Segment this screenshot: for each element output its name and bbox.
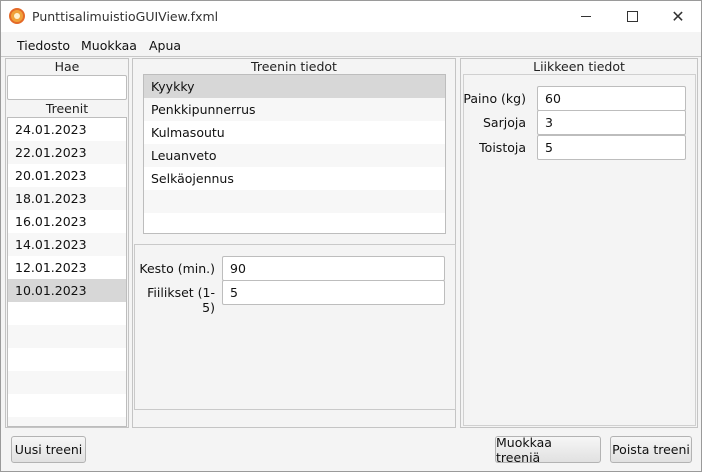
exercise-details-title: Liikkeen tiedot <box>533 59 625 74</box>
title-bar: PunttisalimuistioGUIView.fxml ✕ <box>1 1 701 32</box>
app-logo-icon <box>9 8 25 24</box>
workout-row[interactable] <box>8 417 126 426</box>
close-icon: ✕ <box>671 7 685 26</box>
workout-row[interactable]: 24.01.2023 <box>8 118 126 141</box>
exercise-field-input[interactable]: 3 <box>537 110 686 135</box>
menu-muokkaa[interactable]: Muokkaa <box>81 38 137 53</box>
minimize-icon <box>581 16 591 17</box>
workout-row[interactable] <box>8 371 126 394</box>
workouts-list[interactable]: 24.01.2023 22.01.2023 20.01.2023 18.01.2023… <box>7 117 127 427</box>
delete-workout-button[interactable]: Poista treeni <box>610 436 692 463</box>
close-button[interactable]: ✕ <box>655 1 701 32</box>
workout-field-label: Fiilikset (1-5) <box>147 285 215 315</box>
workout-row[interactable]: 14.01.2023 <box>8 233 126 256</box>
exercise-row[interactable]: Kyykky <box>144 75 445 98</box>
exercise-row[interactable]: Leuanveto <box>144 144 445 167</box>
maximize-icon <box>626 11 638 22</box>
workout-row[interactable]: 20.01.2023 <box>8 164 126 187</box>
workout-row[interactable]: 10.01.2023 <box>8 279 126 302</box>
exercise-row[interactable]: Kulmasoutu <box>144 121 445 144</box>
edit-workout-button[interactable]: Muokkaa treeniä <box>495 435 601 465</box>
workout-row[interactable]: 18.01.2023 <box>8 187 126 210</box>
workout-row[interactable]: 22.01.2023 <box>8 141 126 164</box>
exercise-row[interactable]: Selkäojennus <box>144 167 445 190</box>
exercise-row[interactable]: Penkkipunnerrus <box>144 98 445 121</box>
workout-row[interactable] <box>8 394 126 417</box>
new-workout-button[interactable]: Uusi treeni <box>11 436 86 463</box>
menu-apua[interactable]: Apua <box>149 38 181 53</box>
workout-row[interactable] <box>8 348 126 371</box>
maximize-button[interactable] <box>609 1 655 32</box>
menu-bar: Tiedosto Muokkaa Apua <box>1 32 701 57</box>
workout-details-title: Treenin tiedot <box>251 59 337 74</box>
exercise-row[interactable] <box>144 190 445 213</box>
workout-field-input[interactable]: 5 <box>222 280 445 305</box>
app-window: PunttisalimuistioGUIView.fxml ✕ Tiedosto… <box>0 0 702 472</box>
workout-field-label: Kesto (min.) <box>139 261 215 276</box>
exercises-list[interactable]: Kyykky Penkkipunnerrus Kulmasoutu Leuanveto… <box>143 74 446 234</box>
search-input[interactable] <box>7 75 127 100</box>
workout-row[interactable] <box>8 325 126 348</box>
workouts-label: Treenit <box>45 101 89 116</box>
exercise-field-input[interactable]: 60 <box>537 86 686 111</box>
exercise-row[interactable] <box>144 213 445 233</box>
exercise-field-label: Sarjoja <box>483 115 526 130</box>
exercise-field-input[interactable]: 5 <box>537 135 686 160</box>
workout-row[interactable] <box>8 302 126 325</box>
workout-field-input[interactable]: 90 <box>222 256 445 281</box>
minimize-button[interactable] <box>563 1 609 32</box>
workout-row[interactable]: 16.01.2023 <box>8 210 126 233</box>
window-title: PunttisalimuistioGUIView.fxml <box>32 9 219 24</box>
exercise-field-label: Paino (kg) <box>463 91 526 106</box>
search-label: Hae <box>54 59 80 74</box>
menu-tiedosto[interactable]: Tiedosto <box>17 38 70 53</box>
exercise-field-label: Toistoja <box>479 140 526 155</box>
workout-row[interactable]: 12.01.2023 <box>8 256 126 279</box>
